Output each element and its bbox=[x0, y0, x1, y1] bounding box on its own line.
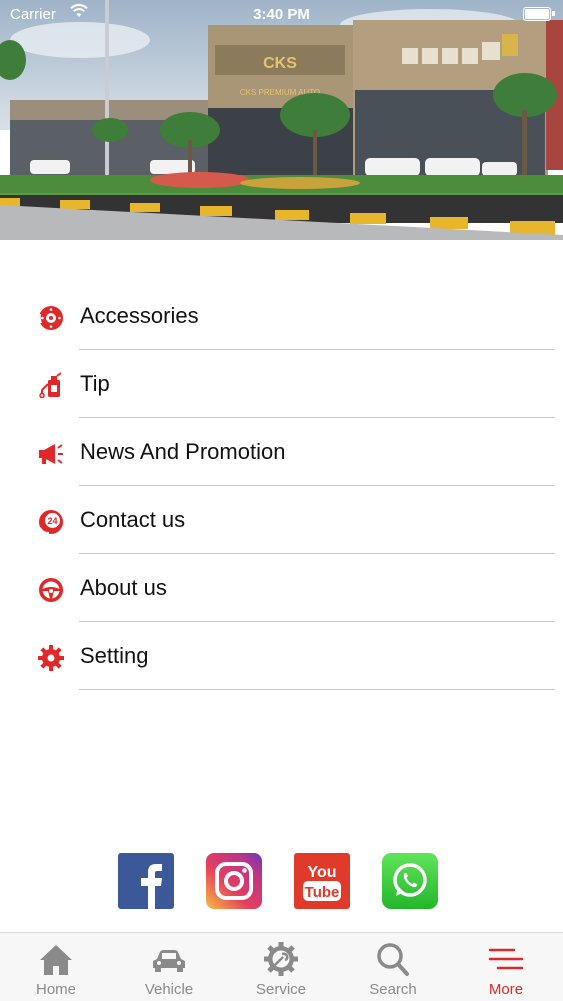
car-icon bbox=[153, 950, 185, 972]
svg-text:You: You bbox=[307, 864, 336, 881]
menu-label-accessories: Accessories bbox=[80, 303, 199, 328]
tab-more[interactable]: More bbox=[450, 933, 562, 1001]
menu-label-contact-us: Contact us bbox=[80, 507, 186, 532]
service-gear-icon bbox=[264, 942, 298, 976]
tab-home[interactable]: Home bbox=[0, 933, 112, 1001]
menu-item-tip[interactable]: Tip bbox=[0, 350, 563, 418]
whatsapp-button[interactable] bbox=[382, 853, 438, 909]
whatsapp-icon bbox=[382, 853, 438, 909]
tab-label-vehicle: Vehicle bbox=[144, 981, 194, 998]
tab-vehicle[interactable]: Vehicle bbox=[113, 933, 225, 1001]
menu-item-about-us[interactable]: About us bbox=[0, 554, 563, 622]
menu-item-setting[interactable]: Setting bbox=[0, 622, 563, 690]
more-menu-list: Accessories Tip News And Promotion 24 Co… bbox=[0, 282, 563, 690]
hero-showroom-image: CKS CKS PREMIUM AUTO bbox=[0, 0, 563, 240]
youtube-icon: You Tube bbox=[294, 853, 350, 909]
menu-icon bbox=[488, 948, 524, 970]
facebook-icon bbox=[118, 853, 174, 909]
menu-label-tip: Tip bbox=[80, 371, 110, 396]
home-icon bbox=[40, 945, 72, 975]
menu-item-accessories[interactable]: Accessories bbox=[0, 282, 563, 350]
menu-label-setting: Setting bbox=[80, 643, 149, 668]
tab-search[interactable]: Search bbox=[337, 933, 449, 1001]
tab-label-service: Service bbox=[255, 981, 307, 998]
youtube-button[interactable]: You Tube bbox=[294, 853, 350, 909]
brake-disc-icon bbox=[37, 304, 65, 332]
menu-item-news-and-promotion[interactable]: News And Promotion bbox=[0, 418, 563, 486]
sign-text: CKS bbox=[263, 55, 297, 72]
menu-label-news-and-promotion: News And Promotion bbox=[80, 439, 286, 464]
battery-icon bbox=[523, 7, 551, 21]
gear-icon bbox=[37, 644, 65, 672]
divider bbox=[79, 688, 555, 690]
tab-service[interactable]: Service bbox=[225, 933, 337, 1001]
status-time: 3:40 PM bbox=[253, 6, 310, 23]
24h-support-icon: 24 bbox=[37, 508, 65, 536]
search-icon bbox=[377, 943, 409, 976]
menu-label-about-us: About us bbox=[80, 575, 167, 600]
facebook-button[interactable] bbox=[118, 853, 174, 909]
oil-can-icon bbox=[37, 372, 65, 400]
instagram-icon bbox=[206, 853, 262, 909]
svg-text:24: 24 bbox=[47, 516, 57, 526]
tab-label-home: Home bbox=[35, 981, 76, 998]
tab-label-more: More bbox=[488, 981, 524, 998]
status-bar: Carrier 3:40 PM bbox=[0, 0, 563, 30]
menu-item-contact-us[interactable]: 24 Contact us bbox=[0, 486, 563, 554]
svg-text:Tube: Tube bbox=[305, 884, 340, 901]
megaphone-icon bbox=[37, 440, 65, 468]
showroom-photo: CKS CKS PREMIUM AUTO bbox=[0, 0, 563, 240]
battery-tip bbox=[552, 11, 555, 16]
tab-bar: Home Vehicle Service Search More bbox=[0, 932, 563, 1001]
steering-wheel-icon bbox=[37, 576, 65, 604]
instagram-button[interactable] bbox=[206, 853, 262, 909]
tab-label-search: Search bbox=[369, 981, 417, 998]
